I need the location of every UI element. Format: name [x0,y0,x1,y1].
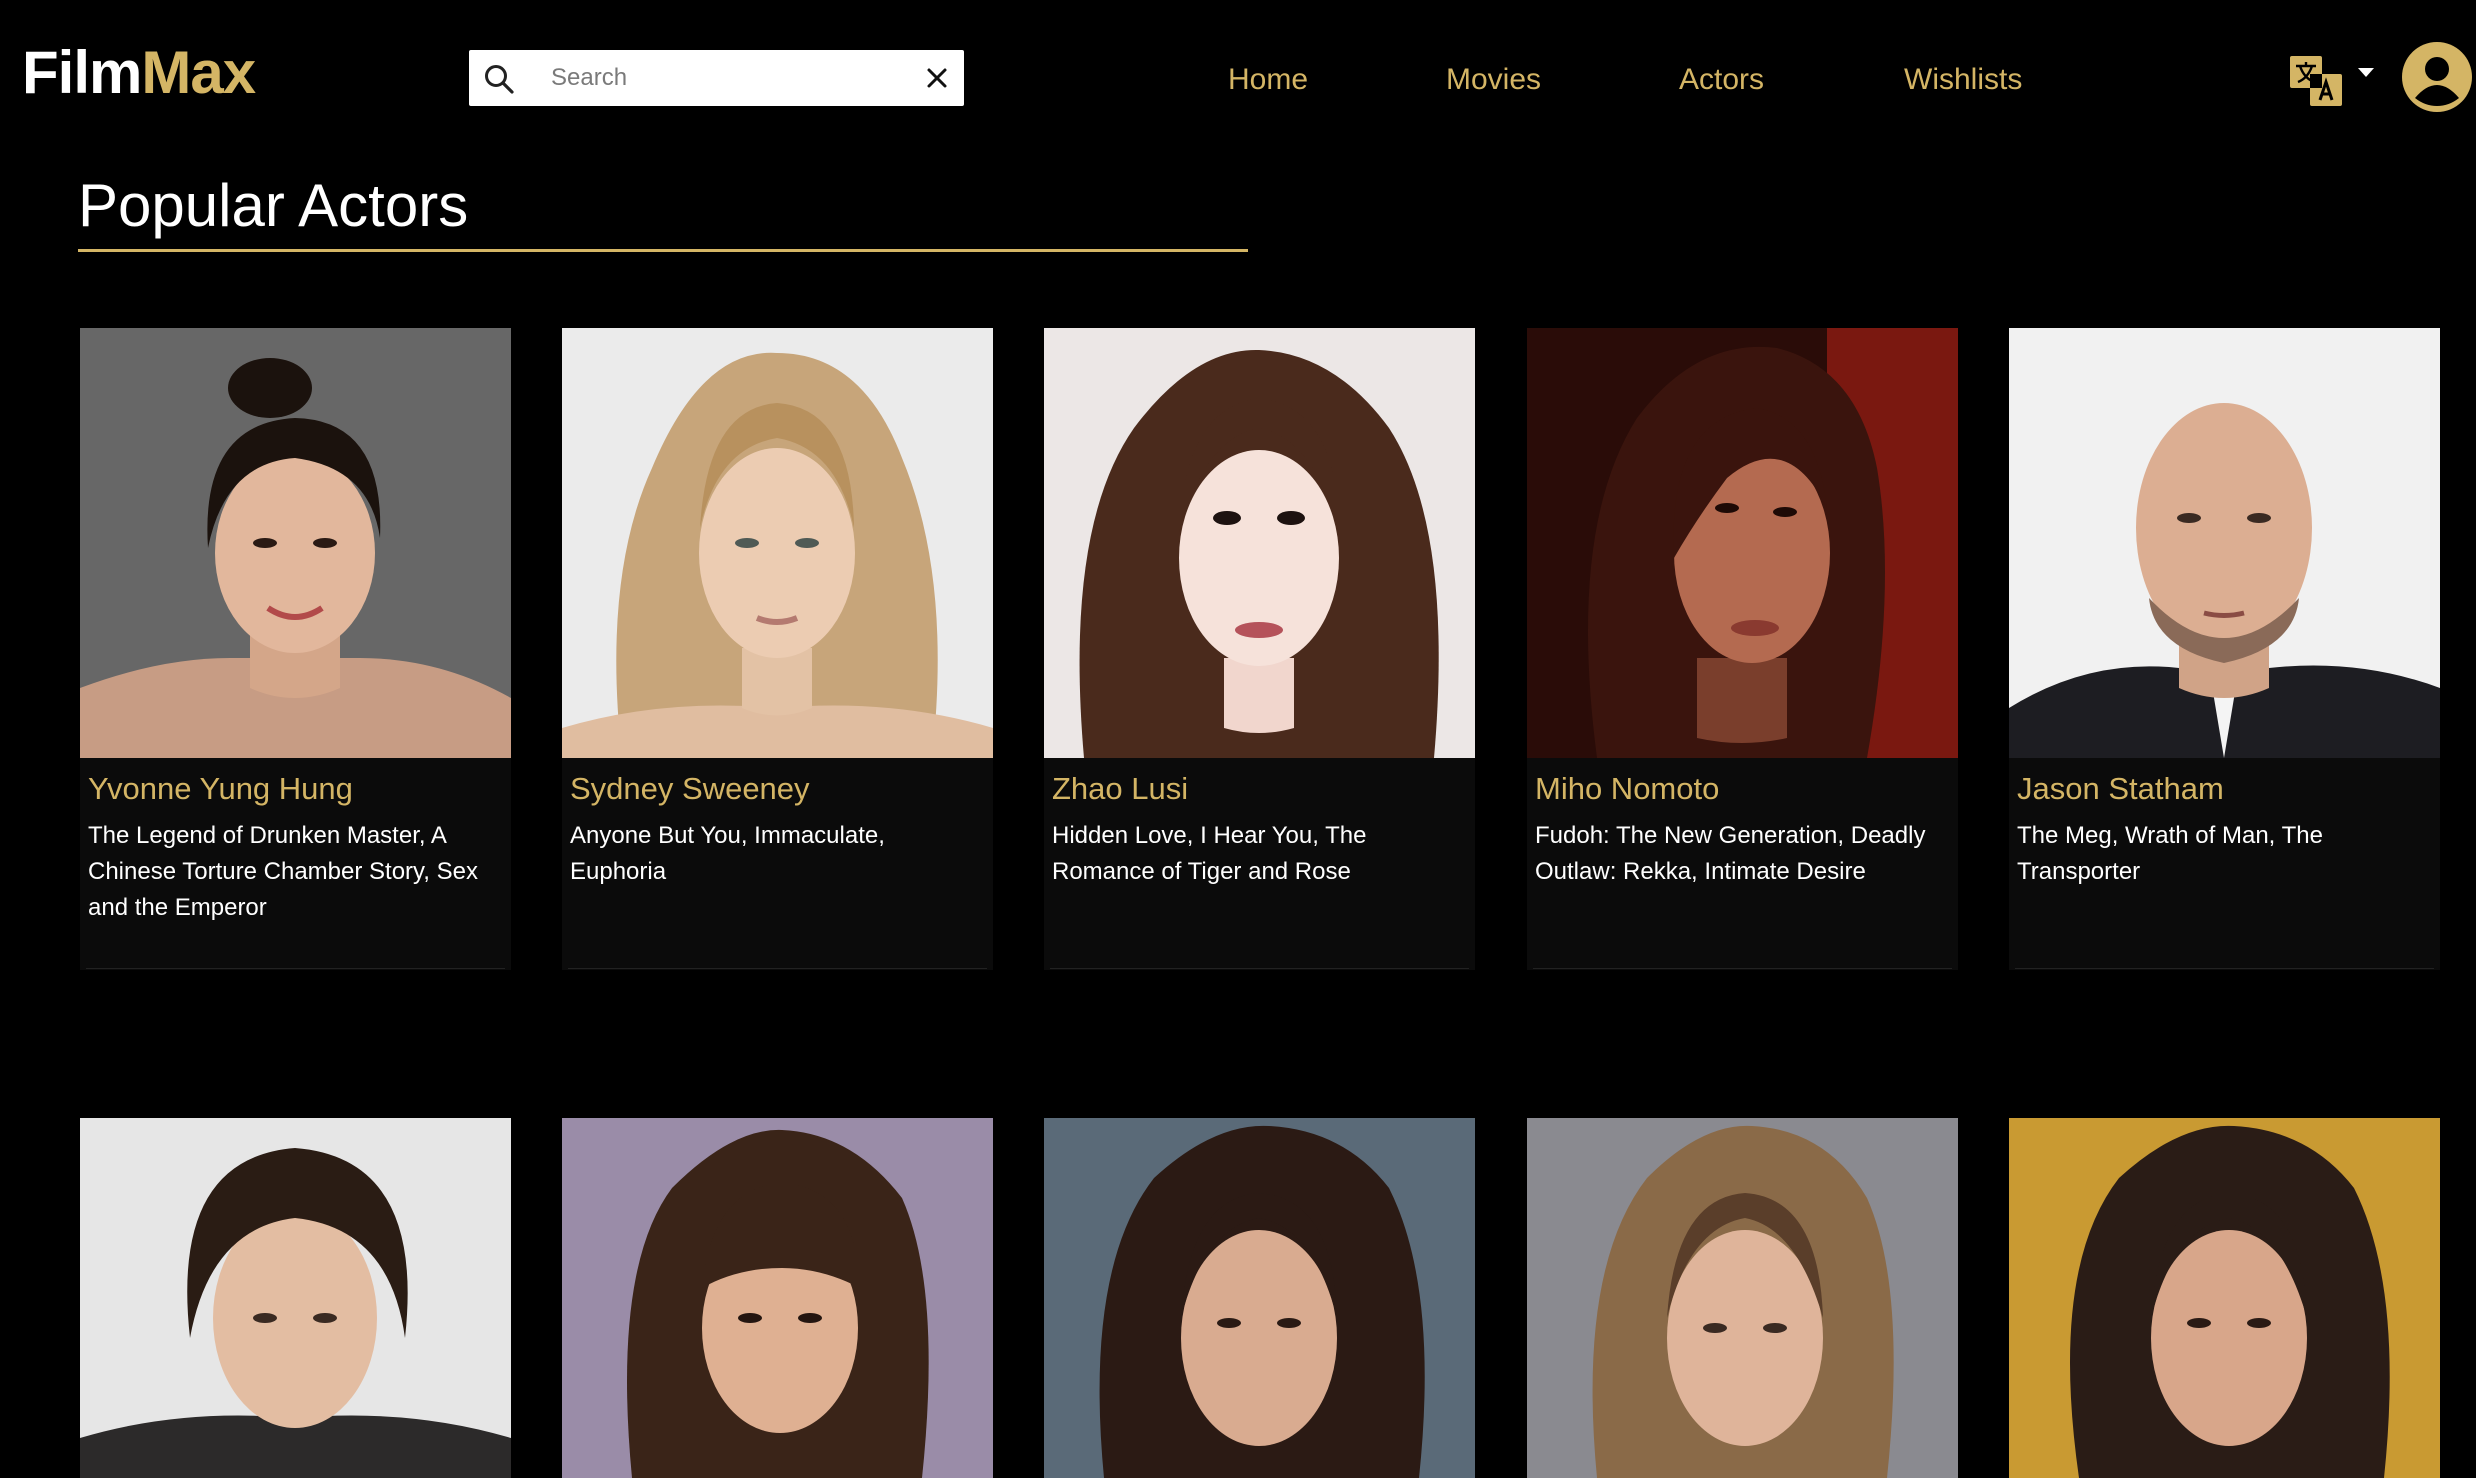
card-divider [568,968,987,969]
language-selector[interactable] [2290,54,2374,108]
page-title: Popular Actors [78,172,469,239]
actor-photo [1044,328,1475,758]
actor-name[interactable]: Jason Statham [2017,768,2432,810]
translate-icon [2290,56,2342,106]
actor-name[interactable]: Zhao Lusi [1052,768,1467,810]
actor-name[interactable]: Sydney Sweeney [570,768,985,810]
brand-logo-part2: Max [141,39,256,106]
user-avatar-icon[interactable] [2402,42,2472,112]
card-divider [86,968,505,969]
top-navbar: FilmMax Home Movies Actors Wishlists [0,0,2476,150]
search-input[interactable] [529,50,889,106]
actor-card[interactable] [2009,1118,2440,1478]
search-bar [469,50,964,106]
actor-card[interactable] [1527,1118,1958,1478]
card-divider [2015,968,2434,969]
brand-logo-part1: Film [22,39,142,106]
close-icon[interactable] [924,65,950,91]
card-divider [1050,968,1469,969]
actor-photo [1044,1118,1475,1478]
actor-photo [1527,1118,1958,1478]
nav-movies[interactable]: Movies [1446,58,1541,102]
actor-photo [1527,328,1958,758]
actor-card[interactable]: Miho Nomoto Fudoh: The New Generation, D… [1527,328,1958,970]
actor-card[interactable]: Jason Statham The Meg, Wrath of Man, The… [2009,328,2440,970]
actor-known-for: Anyone But You, Immaculate, Euphoria [570,822,885,885]
actor-card[interactable] [80,1118,511,1478]
actor-card[interactable]: Yvonne Yung Hung The Legend of Drunken M… [80,328,511,970]
brand-logo[interactable]: FilmMax [22,36,256,110]
actor-name[interactable]: Miho Nomoto [1535,768,1950,810]
actor-known-for: Hidden Love, I Hear You, The Romance of … [1052,822,1367,885]
actor-card[interactable]: Sydney Sweeney Anyone But You, Immaculat… [562,328,993,970]
actor-photo [2009,328,2440,758]
actor-known-for: Fudoh: The New Generation, Deadly Outlaw… [1535,822,1926,885]
caret-down-icon [2358,68,2374,77]
actor-card[interactable]: Zhao Lusi Hidden Love, I Hear You, The R… [1044,328,1475,970]
actor-card[interactable] [1044,1118,1475,1478]
actor-name[interactable]: Yvonne Yung Hung [88,768,503,810]
title-underline [78,249,1248,252]
nav-home[interactable]: Home [1228,58,1308,102]
actor-known-for: The Legend of Drunken Master, A Chinese … [88,822,478,921]
card-divider [1533,968,1952,969]
actor-photo [562,1118,993,1478]
actor-known-for: The Meg, Wrath of Man, The Transporter [2017,822,2323,885]
nav-wishlists[interactable]: Wishlists [1904,58,2022,102]
actor-photo [80,328,511,758]
search-icon[interactable] [483,63,515,95]
actor-photo [562,328,993,758]
nav-actors[interactable]: Actors [1679,58,1764,102]
actor-photo [80,1118,511,1478]
actor-card[interactable] [562,1118,993,1478]
page: FilmMax Home Movies Actors Wishlists [0,0,2476,1478]
actor-photo [2009,1118,2440,1478]
